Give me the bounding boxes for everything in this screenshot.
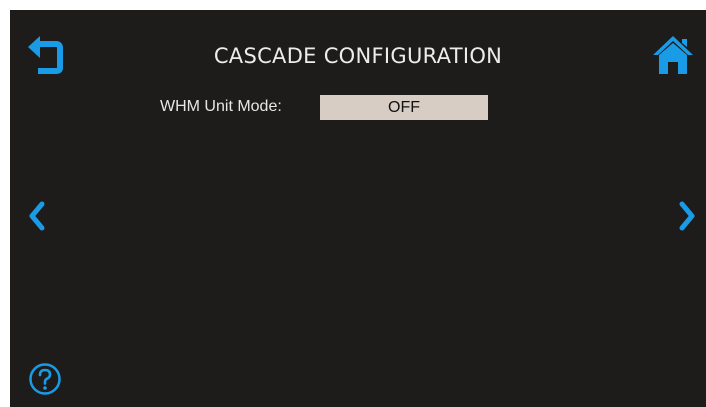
help-button[interactable] xyxy=(28,362,62,396)
question-circle-icon xyxy=(29,363,61,395)
chevron-right-icon xyxy=(679,201,695,231)
whm-unit-mode-value[interactable]: OFF xyxy=(320,95,488,120)
previous-page-button[interactable] xyxy=(26,198,50,234)
whm-unit-mode-label: WHM Unit Mode: xyxy=(160,98,282,115)
chevron-left-icon xyxy=(29,201,45,231)
home-button[interactable] xyxy=(652,33,694,75)
page-title: CASCADE CONFIGURATION xyxy=(213,44,503,68)
cascade-configuration-screen: CASCADE CONFIGURATION WHM Unit Mode: OFF xyxy=(10,10,706,407)
next-page-button[interactable] xyxy=(674,198,698,234)
home-icon xyxy=(653,36,693,74)
